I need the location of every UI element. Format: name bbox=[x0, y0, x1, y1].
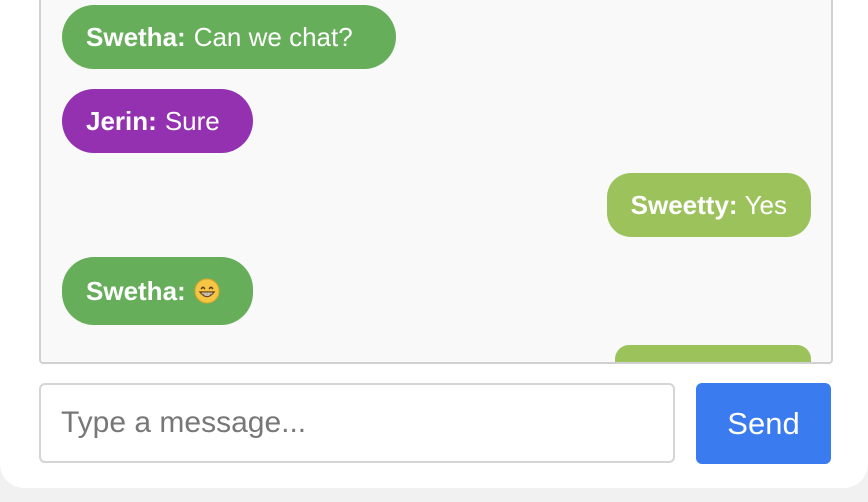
message-text: Sure bbox=[164, 105, 220, 136]
message-sender: Swetha: bbox=[86, 275, 186, 306]
message-sender: Jerin: bbox=[86, 105, 157, 136]
chat-message: Sweetty: Yes bbox=[606, 173, 811, 237]
chat-message: Swetha: bbox=[62, 257, 253, 325]
chat-message-list[interactable]: Swetha: Can we chat? Jerin: Sure Sweetty… bbox=[39, 0, 833, 364]
message-sender: Sweetty: bbox=[630, 189, 738, 220]
grinning-face-icon bbox=[194, 278, 220, 304]
chat-message: Swetha: Can we chat? bbox=[62, 5, 396, 69]
message-input[interactable] bbox=[39, 383, 675, 463]
send-button[interactable]: Send bbox=[696, 383, 831, 464]
chat-app: Swetha: Can we chat? Jerin: Sure Sweetty… bbox=[0, 0, 868, 488]
message-text: Yes bbox=[744, 189, 787, 220]
message-sender: Swetha: bbox=[86, 21, 186, 52]
message-text: Can we chat? bbox=[193, 21, 353, 52]
chat-message: Jerin: Sure bbox=[62, 89, 253, 153]
chat-message bbox=[615, 345, 811, 362]
